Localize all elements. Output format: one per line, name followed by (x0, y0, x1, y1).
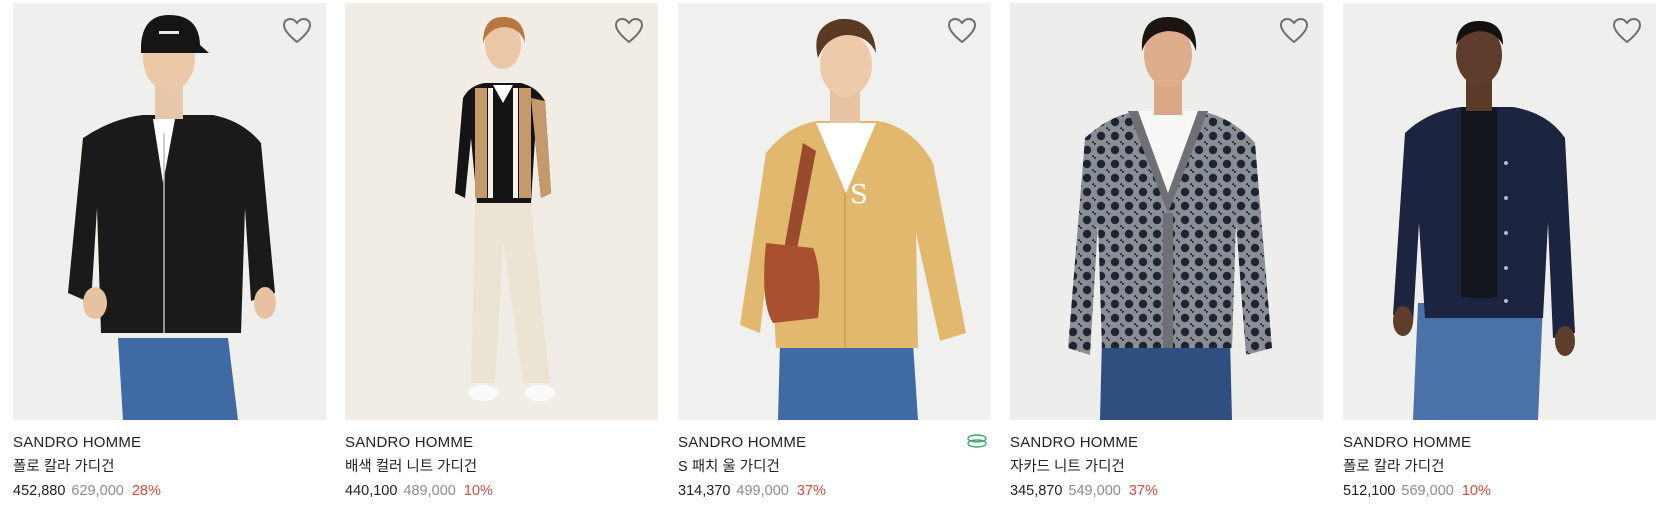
product-prices: 512,100 569,000 10% (1343, 481, 1656, 501)
discount-rate: 37% (1128, 483, 1158, 499)
sale-price: 345,870 (1010, 483, 1063, 499)
svg-text:S: S (850, 180, 868, 210)
sale-price: 452,880 (13, 483, 66, 499)
heart-icon[interactable] (1279, 17, 1309, 45)
product-image[interactable] (1010, 3, 1323, 420)
product-info: SANDRO HOMME 폴로 칼라 가디건 512,100 569,000 10% (1343, 420, 1656, 501)
product-brand[interactable]: SANDRO HOMME (1343, 433, 1656, 453)
product-card[interactable]: SANDRO HOMME 폴로 칼라 가디건 452,880 629,000 28% (13, 3, 326, 501)
discount-rate: 10% (463, 483, 493, 499)
product-prices: 452,880 629,000 28% (13, 481, 326, 501)
discount-rate: 28% (131, 483, 161, 499)
product-image[interactable] (1343, 3, 1656, 420)
original-price: 569,000 (1401, 483, 1454, 499)
product-image[interactable] (13, 3, 326, 420)
sale-price: 440,100 (345, 483, 398, 499)
product-name[interactable]: S 패치 울 가디건 (678, 457, 991, 477)
discount-rate: 10% (1461, 483, 1491, 499)
product-prices: 440,100 489,000 10% (345, 481, 658, 501)
original-price: 629,000 (71, 483, 124, 499)
eco-leaf-icon (967, 434, 987, 448)
product-brand[interactable]: SANDRO HOMME (13, 433, 326, 453)
product-info: SANDRO HOMME 배색 컬러 니트 가디건 440,100 489,000… (345, 420, 658, 501)
product-info: SANDRO HOMME 자카드 니트 가디건 345,870 549,000 37… (1010, 420, 1323, 501)
product-info: SANDRO HOMME S 패치 울 가디건 314,370 499,000 37… (678, 420, 991, 501)
product-card[interactable]: SANDRO HOMME 배색 컬러 니트 가디건 440,100 489,000… (345, 3, 658, 501)
original-price: 499,000 (736, 483, 789, 499)
heart-icon[interactable] (614, 17, 644, 45)
product-name[interactable]: 폴로 칼라 가디건 (1343, 457, 1656, 477)
product-info: SANDRO HOMME 폴로 칼라 가디건 452,880 629,000 28% (13, 420, 326, 501)
heart-icon[interactable] (282, 17, 312, 45)
product-card[interactable]: SANDRO HOMME 자카드 니트 가디건 345,870 549,000 37… (1010, 3, 1323, 501)
original-price: 549,000 (1068, 483, 1121, 499)
product-image[interactable]: S (678, 3, 991, 420)
sale-price: 314,370 (678, 483, 731, 499)
product-prices: 314,370 499,000 37% (678, 481, 991, 501)
product-card[interactable]: SANDRO HOMME 폴로 칼라 가디건 512,100 569,000 10% (1343, 3, 1656, 501)
product-brand[interactable]: SANDRO HOMME (345, 433, 658, 453)
heart-icon[interactable] (947, 17, 977, 45)
product-name[interactable]: 자카드 니트 가디건 (1010, 457, 1323, 477)
original-price: 489,000 (403, 483, 456, 499)
product-prices: 345,870 549,000 37% (1010, 481, 1323, 501)
discount-rate: 37% (796, 483, 826, 499)
sale-price: 512,100 (1343, 483, 1396, 499)
product-brand[interactable]: SANDRO HOMME (678, 433, 991, 453)
product-card[interactable]: S SANDRO HOMME S 패치 울 가디건 314,370 499,000… (678, 3, 991, 501)
heart-icon[interactable] (1612, 17, 1642, 45)
product-name[interactable]: 배색 컬러 니트 가디건 (345, 457, 658, 477)
product-name[interactable]: 폴로 칼라 가디건 (13, 457, 326, 477)
product-image[interactable] (345, 3, 658, 420)
product-brand[interactable]: SANDRO HOMME (1010, 433, 1323, 453)
product-grid: SANDRO HOMME 폴로 칼라 가디건 452,880 629,000 28% (0, 0, 1660, 509)
